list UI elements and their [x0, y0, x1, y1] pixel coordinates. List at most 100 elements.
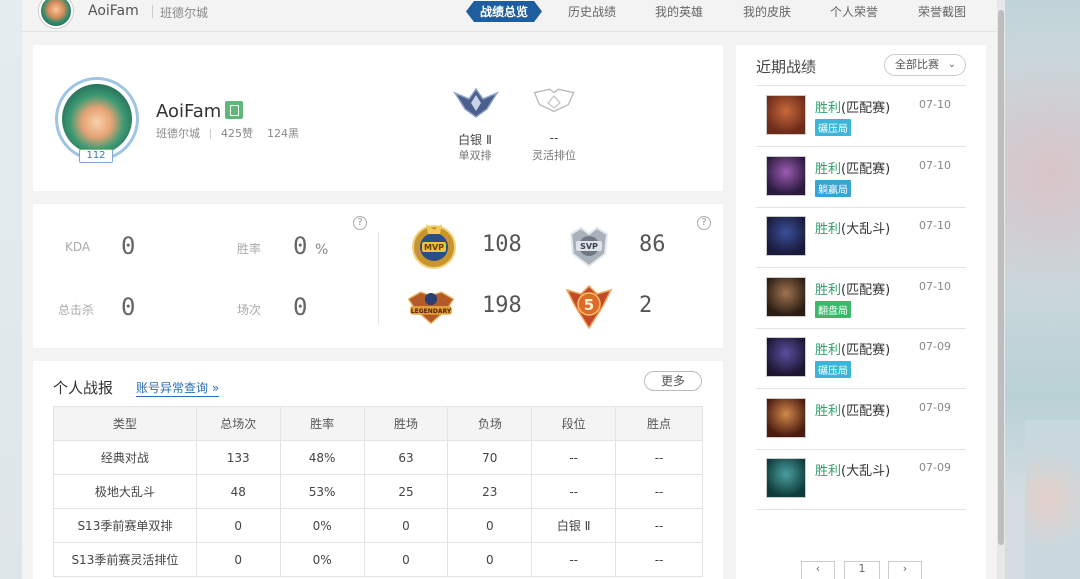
table-cell: 63: [363, 440, 449, 475]
hero-portrait-icon: [766, 95, 806, 135]
hero-portrait-icon: [766, 397, 806, 438]
list-item[interactable]: 胜利(匹配赛) 07-10 碾压局: [756, 87, 966, 147]
winrate-label: 胜率: [237, 242, 262, 256]
table-cell: S13季前赛灵活排位: [53, 542, 197, 577]
help-icon[interactable]: ?: [353, 216, 367, 230]
table-cell: 133: [195, 440, 281, 475]
tab-honors[interactable]: 个人荣誉: [830, 3, 878, 20]
table-cell: --: [615, 474, 703, 509]
svg-text:5: 5: [584, 296, 594, 314]
match-filter-dropdown[interactable]: 全部比赛 ⌄: [884, 54, 966, 76]
table-cell: 0%: [279, 508, 365, 543]
tab-history[interactable]: 历史战绩: [568, 3, 616, 20]
flex-rank-tier: --: [549, 131, 559, 145]
report-title: 个人战报: [53, 379, 114, 397]
games-label: 场次: [237, 303, 262, 317]
winrate-unit: %: [315, 242, 329, 258]
match-date: 07-10: [919, 279, 951, 293]
pager-next-button[interactable]: ›: [888, 561, 922, 579]
divider: [378, 232, 379, 324]
table-cell: 0%: [279, 542, 365, 577]
tab-honor-screenshots[interactable]: 荣誉截图: [918, 3, 966, 20]
table-cell: --: [531, 542, 617, 577]
match-date: 07-09: [919, 461, 951, 474]
mvp-medal-icon: MVP: [412, 224, 456, 269]
match-mode: (大乱斗): [841, 222, 891, 237]
scrollbar-thumb[interactable]: [998, 10, 1004, 545]
match-result: 胜利(匹配赛): [815, 97, 890, 116]
chevron-down-icon: ⌄: [947, 59, 956, 70]
list-item[interactable]: 胜利(匹配赛) 07-10 躺赢局: [756, 148, 966, 208]
pager-current-page[interactable]: 1: [844, 561, 880, 579]
profile-likes: 425赞: [221, 127, 253, 140]
flex-rank-queue: 灵活排位: [532, 149, 576, 162]
tab-overview[interactable]: 战绩总览: [466, 1, 542, 22]
match-date: 07-10: [919, 158, 951, 172]
top-nav: AoiFam 班德尔城 战绩总览 历史战绩 我的英雄 我的皮肤 个人荣誉 荣誉截…: [22, 0, 1005, 32]
list-item[interactable]: 胜利(匹配赛) 07-09: [756, 390, 966, 450]
more-button[interactable]: 更多: [644, 371, 702, 391]
table-cell: 0: [195, 542, 281, 577]
svg-text:LEGENDARY: LEGENDARY: [411, 308, 452, 315]
match-result: 胜利(匹配赛): [815, 400, 890, 419]
table-cell: 极地大乱斗: [53, 474, 197, 509]
list-item[interactable]: 胜利(匹配赛) 07-10 翻盘局: [756, 269, 966, 329]
copy-icon[interactable]: [225, 101, 243, 119]
match-tag-badge: 翻盘局: [815, 300, 851, 318]
table-cell: 0: [447, 508, 533, 543]
help-icon[interactable]: ?: [697, 216, 711, 230]
avatar[interactable]: [39, 0, 73, 28]
games-value: 0: [293, 293, 308, 321]
match-mode: (匹配赛): [841, 101, 891, 116]
match-result: 胜利(匹配赛): [815, 339, 890, 358]
report-table: 类型 总场次 胜率 胜场 负场 段位 胜点 经典对战 133 48% 63 70…: [53, 406, 703, 577]
table-row: S13季前赛灵活排位 0 0% 0 0 -- --: [53, 542, 703, 577]
match-date: 07-10: [919, 219, 951, 232]
nav-user-name: AoiFam: [88, 3, 139, 19]
table-cell: --: [531, 474, 617, 509]
col-total: 总场次: [195, 406, 281, 441]
list-item[interactable]: 胜利(大乱斗) 07-10: [756, 208, 966, 268]
match-outcome: 胜利: [815, 403, 842, 419]
profile-server: 班德尔城: [156, 127, 200, 140]
hero-portrait-icon: [766, 458, 806, 498]
solo-rank-tier: 白银 Ⅱ: [458, 133, 492, 147]
hero-portrait-icon: [766, 337, 806, 377]
kda-label: KDA: [65, 240, 91, 254]
list-item[interactable]: 胜利(大乱斗) 07-09: [756, 450, 966, 510]
pager-prev-button[interactable]: ‹: [801, 561, 835, 579]
stats-card: KDA 0 胜率 0 % 总击杀 0 场次 0 ? MVP 108 SVP 86: [33, 204, 723, 348]
col-wins: 胜场: [363, 406, 449, 441]
tab-my-heroes[interactable]: 我的英雄: [655, 3, 703, 20]
profile-blacks: 124黑: [267, 127, 299, 140]
col-winrate: 胜率: [279, 406, 365, 441]
col-rank: 段位: [531, 406, 617, 441]
table-cell: --: [531, 440, 617, 475]
match-outcome: 胜利: [815, 343, 842, 358]
table-cell: 0: [363, 508, 449, 543]
match-tag-badge: 碾压局: [815, 119, 851, 136]
svp-medal-icon: SVP: [569, 226, 609, 268]
list-item[interactable]: 胜利(匹配赛) 07-09 碾压局: [756, 329, 966, 389]
match-result: 胜利(大乱斗): [815, 460, 890, 479]
kda-value: 0: [121, 232, 136, 260]
match-result: 胜利(大乱斗): [815, 218, 890, 237]
tab-my-skins[interactable]: 我的皮肤: [743, 3, 791, 20]
winrate-value: 0: [293, 232, 308, 260]
match-mode: (匹配赛): [841, 343, 891, 358]
nav-server: 班德尔城: [160, 6, 209, 20]
kills-value: 0: [121, 293, 136, 321]
hero-portrait-icon: [766, 276, 806, 317]
account-check-link[interactable]: 账号异常查询 »: [136, 379, 220, 397]
report-card: 个人战报 账号异常查询 » 更多 类型 总场次 胜率 胜场 负场 段位 胜点 经…: [33, 361, 723, 579]
table-row: S13季前赛单双排 0 0% 0 0 白银 Ⅱ --: [53, 508, 703, 543]
table-cell: 70: [447, 440, 533, 475]
match-outcome: 胜利: [815, 282, 842, 298]
profile-name: AoiFam: [156, 101, 222, 122]
hero-portrait-icon: [766, 155, 806, 196]
table-cell: 23: [447, 474, 533, 509]
table-cell: 25: [363, 474, 449, 509]
hero-portrait-icon: [766, 216, 806, 256]
match-date: 07-10: [919, 98, 951, 111]
table-cell: 白银 Ⅱ: [531, 508, 617, 543]
